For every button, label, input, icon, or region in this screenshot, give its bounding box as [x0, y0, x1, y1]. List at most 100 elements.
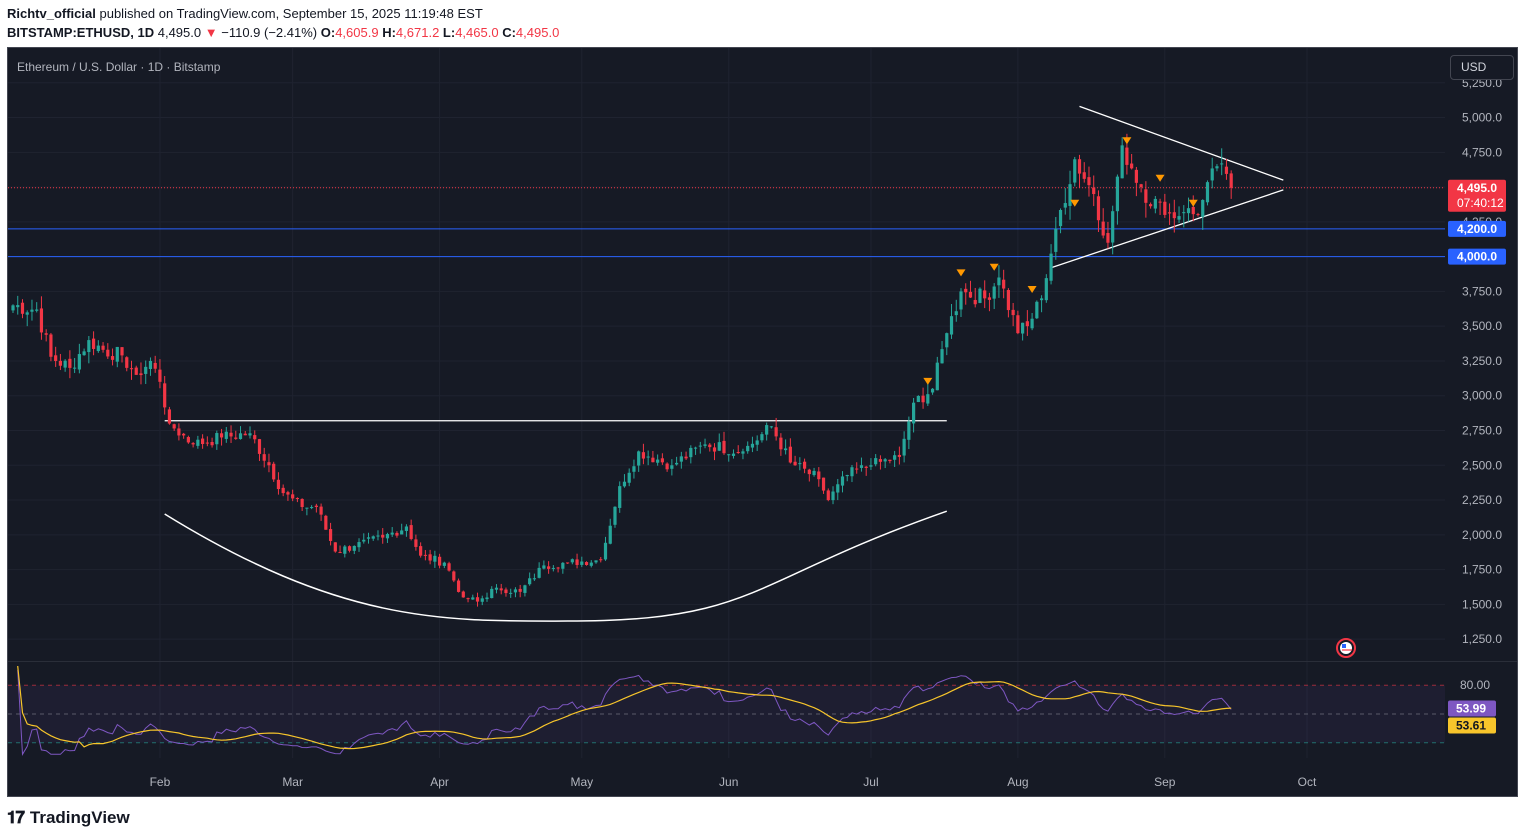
candle [836, 478, 840, 501]
candle [1196, 212, 1200, 217]
candle [637, 450, 641, 472]
price-change: −110.9 (−2.41%) [221, 25, 318, 40]
candle [68, 350, 72, 379]
candle [11, 304, 15, 314]
candle [115, 346, 119, 368]
author-name[interactable]: Richtv_official [7, 6, 96, 21]
candles [11, 133, 1233, 607]
footer-brand[interactable]: 𝟏𝟕 TradingView [7, 808, 130, 828]
symbol-label: BITSTAMP:ETHUSD, 1D [7, 25, 155, 40]
candle [1082, 162, 1086, 183]
x-tick-label: Jun [719, 775, 738, 789]
candle [755, 435, 759, 451]
candle [765, 422, 769, 441]
candle [750, 436, 755, 453]
candle [381, 528, 385, 544]
candle [665, 462, 669, 472]
candle [272, 461, 276, 482]
candle [1153, 195, 1157, 214]
down-triangle-marker [1027, 286, 1037, 294]
candle [973, 287, 977, 308]
candle [281, 484, 285, 497]
candle [831, 486, 835, 505]
candle [106, 343, 110, 359]
high-value: 4,671.2 [395, 25, 440, 40]
candle [788, 438, 792, 464]
candle [693, 446, 698, 455]
us-flag-icon[interactable] [1336, 638, 1356, 658]
candle [807, 468, 811, 482]
candle [888, 459, 892, 464]
brand-name: TradingView [29, 808, 130, 827]
candle [717, 433, 721, 452]
rsi-pane [8, 665, 1445, 756]
candle [371, 535, 375, 541]
symbol-header: BITSTAMP:ETHUSD, 1D 4,495.0 ▼ −110.9 (−2… [7, 25, 559, 40]
candle [1229, 170, 1233, 199]
candle [490, 586, 494, 599]
candle [983, 280, 987, 309]
candle [201, 434, 205, 449]
candle [547, 561, 551, 574]
y-tick-label: 5,000.0 [1462, 111, 1502, 125]
candle [893, 450, 897, 468]
candle [1002, 269, 1006, 299]
price-axis[interactable]: 5,250.05,000.04,750.04,500.04,250.04,000… [1448, 76, 1506, 734]
candle [134, 365, 138, 375]
y-tick-label: 3,500.0 [1462, 319, 1502, 333]
candle [812, 467, 816, 477]
candle [257, 438, 262, 461]
candle [859, 457, 864, 472]
candle [570, 558, 574, 565]
candle [300, 498, 304, 511]
candle [49, 332, 53, 362]
candle [1030, 312, 1034, 331]
candle [172, 423, 176, 431]
candle [902, 431, 906, 463]
candle [798, 457, 802, 471]
y-tick-label: 4,750.0 [1462, 145, 1502, 159]
published-text: published on TradingView.com, September … [99, 6, 483, 21]
candle [712, 443, 717, 461]
candle [954, 299, 958, 322]
candle [452, 570, 456, 583]
x-tick-label: Aug [1007, 775, 1028, 789]
candle [869, 458, 873, 470]
y-tick-label: 3,250.0 [1462, 354, 1502, 368]
candle [509, 588, 513, 598]
candle [769, 426, 773, 429]
candle [1224, 158, 1229, 180]
candle [632, 459, 636, 479]
candle [196, 435, 200, 449]
candle [328, 522, 333, 546]
down-triangle-marker [956, 269, 966, 277]
candle [419, 542, 423, 558]
candle [1210, 157, 1214, 189]
candle [148, 357, 153, 376]
candle [82, 348, 86, 356]
candle [565, 562, 570, 564]
candle [523, 584, 527, 597]
price-chart[interactable]: 5,250.05,000.04,750.04,500.04,250.04,000… [8, 48, 1517, 796]
candle [167, 406, 172, 425]
candle [641, 443, 646, 465]
candle [54, 346, 58, 367]
candle [494, 584, 499, 594]
y-tick-label: 3,750.0 [1462, 284, 1502, 298]
last-price-tag: 4,495.007:40:12 [1448, 179, 1506, 212]
grid [8, 48, 1517, 758]
svg-text:53.61: 53.61 [1456, 718, 1486, 732]
candle [897, 446, 901, 465]
candle [746, 441, 750, 454]
candle [627, 468, 631, 487]
candle [1063, 188, 1067, 215]
currency-button[interactable]: USD [1450, 55, 1514, 80]
candle [499, 583, 503, 595]
candle [205, 436, 209, 447]
candle [20, 299, 25, 319]
candle [949, 304, 954, 339]
x-tick-label: Apr [430, 775, 449, 789]
candle [1039, 295, 1044, 313]
time-axis[interactable]: Feb Mar Apr May Jun Jul Aug Sep Oct [150, 775, 1317, 789]
candle [722, 431, 726, 455]
